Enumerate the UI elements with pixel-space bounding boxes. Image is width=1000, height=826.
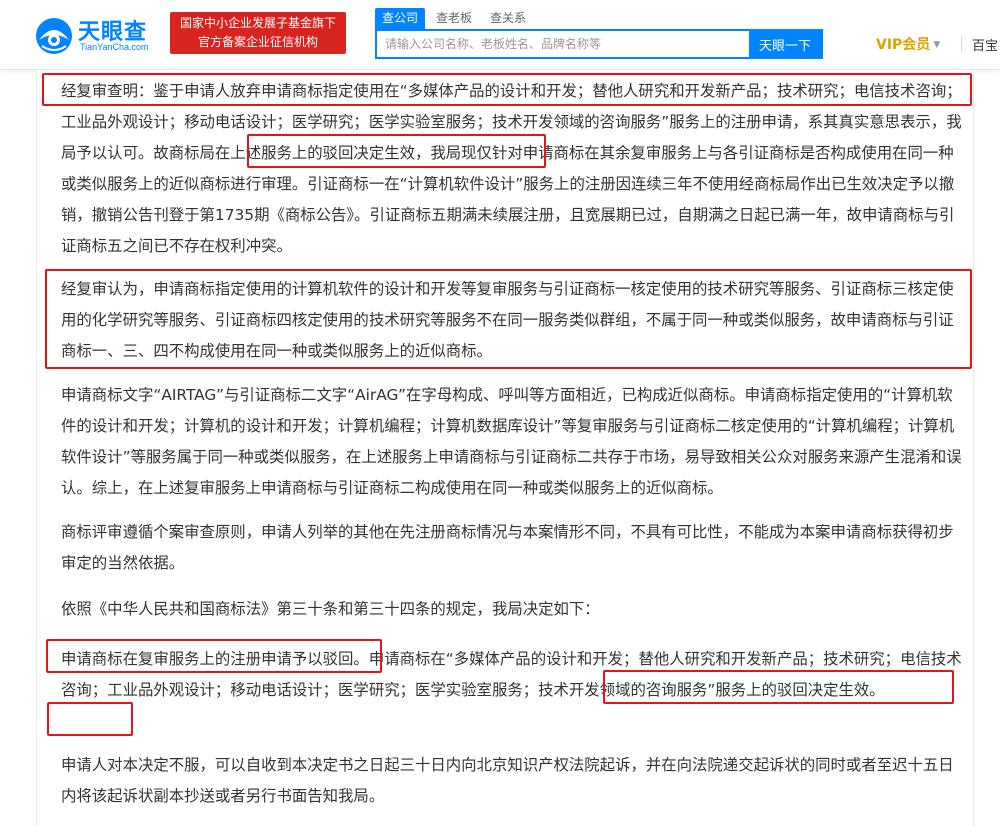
- paragraph-review-findings: 经复审查明：鉴于申请人放弃申请商标指定使用在“多媒体产品的设计和开发；替他人研究…: [61, 82, 962, 255]
- paragraph-decision: 申请商标在复审服务上的注册申请予以驳回。申请商标在“多媒体产品的设计和开发；替他…: [61, 650, 962, 699]
- paragraph-similarity-analysis: 申请商标文字“AIRTAG”与引证商标二文字“AirAG”在字母构成、呼叫等方面…: [61, 386, 962, 497]
- banner-line-1: 国家中小企业发展子基金旗下: [179, 16, 336, 30]
- search-input[interactable]: [377, 31, 749, 57]
- decision-content: 经复审查明：鉴于申请人放弃申请商标指定使用在“多媒体产品的设计和开发；替他人研究…: [36, 70, 974, 826]
- search-tabs: 查公司 查老板 查关系: [375, 8, 537, 30]
- header-divider: [961, 36, 962, 52]
- tab-relation[interactable]: 查关系: [483, 8, 533, 29]
- caret-down-icon: ▼: [933, 40, 941, 50]
- logo-domain: TianYanCha.com: [80, 42, 149, 52]
- paragraph-appeal-notice: 申请人对本决定不服，可以自收到本决定书之日起三十日内向北京知识产权法院起诉，并在…: [61, 756, 954, 805]
- site-header: 天眼查 TianYanCha.com 国家中小企业发展子基金旗下 官方备案企业征…: [0, 0, 1000, 70]
- paragraph-review-opinion: 经复审认为，申请商标指定使用的计算机软件的设计和开发等复审服务与引证商标一核定使…: [61, 280, 954, 360]
- vip-label: VIP会员: [876, 37, 931, 53]
- paragraph-case-principle: 商标评审遵循个案审查原则，申请人列举的其他在先注册商标情况与本案情形不同，不具有…: [61, 523, 954, 572]
- certification-banner: 国家中小企业发展子基金旗下 官方备案企业征信机构: [170, 12, 346, 54]
- search-button[interactable]: 天眼一下: [749, 31, 821, 57]
- vip-membership-link[interactable]: VIP会员 ▼: [876, 34, 940, 54]
- header-more-link[interactable]: 百宝: [972, 35, 998, 54]
- banner-line-2: 官方备案企业征信机构: [197, 35, 318, 49]
- site-logo[interactable]: 天眼查 TianYanCha.com: [34, 14, 164, 56]
- paragraph-legal-basis: 依照《中华人民共和国商标法》第三十条和第三十四条的规定，我局决定如下：: [61, 600, 600, 618]
- eye-logo-icon: [36, 18, 72, 54]
- tab-boss[interactable]: 查老板: [429, 8, 479, 29]
- tab-company[interactable]: 查公司: [375, 8, 426, 29]
- search-box: 天眼一下: [375, 29, 823, 59]
